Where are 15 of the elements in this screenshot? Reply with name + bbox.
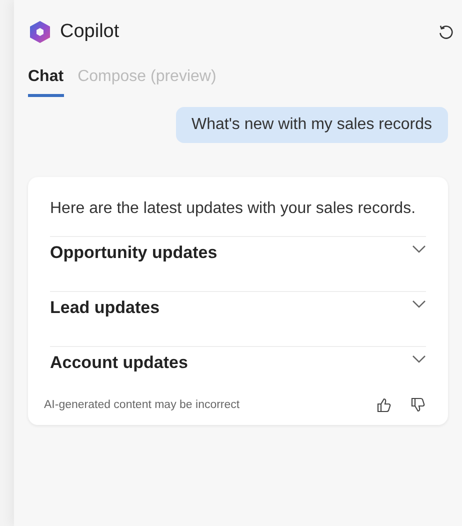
section-title: Opportunity updates (50, 243, 218, 263)
logo-icon (28, 20, 52, 44)
app-title: Copilot (60, 21, 120, 43)
tab[interactable]: Chat (28, 68, 64, 97)
section-title: Lead updates (50, 298, 160, 318)
chevron-icon[interactable] (412, 300, 426, 308)
section-title: Account updates (50, 353, 188, 373)
user-message: What's new with my sales records (176, 107, 448, 143)
response-text: Here are the latest updates with your sales records. (50, 199, 417, 219)
chevron-icon[interactable] (412, 355, 426, 363)
thumbs-up-icon[interactable] (376, 397, 392, 413)
disclaimer-text: AI-generated content may be incorrect (44, 399, 240, 411)
chevron-icon[interactable] (412, 245, 426, 253)
refresh-icon[interactable] (438, 24, 454, 40)
thumbs-down-icon[interactable] (410, 397, 426, 413)
